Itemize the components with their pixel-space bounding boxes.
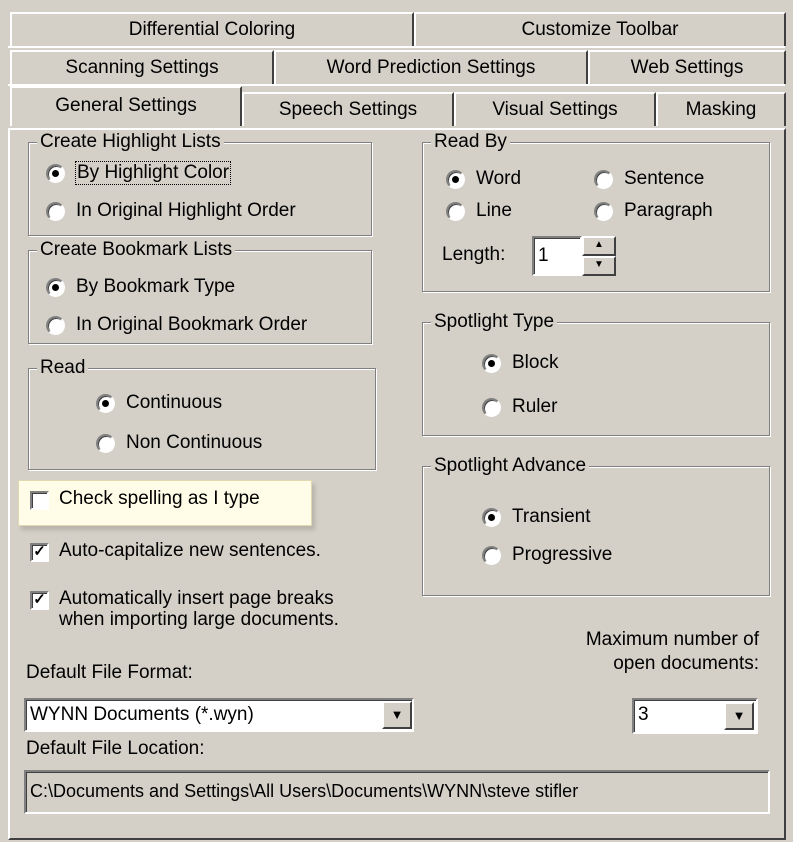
max-docs-label: Maximum number of open documents:	[586, 628, 759, 676]
length-spin-down[interactable]: ▼	[582, 256, 616, 276]
tab-customize-toolbar[interactable]: Customize Toolbar	[414, 12, 786, 46]
file-location-input[interactable]: C:\Documents and Settings\All Users\Docu…	[24, 770, 770, 814]
checkbox-checked-icon: ✓	[30, 543, 49, 562]
read-group: Read	[28, 357, 376, 470]
arrow-down-icon: ▼	[594, 259, 604, 270]
spotlight-advance-legend: Spotlight Advance	[431, 455, 590, 477]
radio-block[interactable]: Block	[482, 352, 558, 374]
max-docs-label-line1: Maximum number of	[585, 629, 759, 650]
radio-by-bookmark-type[interactable]: By Bookmark Type	[46, 276, 235, 298]
tab-word-prediction-settings[interactable]: Word Prediction Settings	[274, 50, 588, 84]
radio-label: Paragraph	[624, 200, 713, 221]
radio-unselected-icon	[482, 397, 501, 417]
file-location-label: Default File Location:	[26, 738, 205, 759]
radio-selected-icon	[482, 507, 501, 527]
tab-web-settings[interactable]: Web Settings	[588, 50, 786, 84]
file-location-value: C:\Documents and Settings\All Users\Docu…	[30, 781, 579, 801]
bookmark-lists-legend: Create Bookmark Lists	[37, 239, 236, 261]
file-format-dropdown-button[interactable]: ▼	[382, 701, 412, 729]
radio-label: In Original Bookmark Order	[76, 314, 308, 335]
max-docs-dropdown-button[interactable]: ▼	[724, 702, 754, 730]
radio-unselected-icon	[594, 169, 613, 189]
radio-label: Transient	[512, 506, 591, 527]
max-docs-label-line2: open documents:	[613, 653, 759, 674]
radio-selected-icon	[46, 277, 65, 297]
radio-unselected-icon	[594, 201, 613, 221]
radio-original-bookmark-order[interactable]: In Original Bookmark Order	[46, 314, 307, 336]
radio-label: Block	[512, 352, 559, 373]
checkbox-label: Check spelling as I type	[59, 488, 260, 509]
radio-label: Sentence	[624, 168, 705, 189]
radio-continuous[interactable]: Continuous	[96, 392, 222, 414]
tab-row-separator	[8, 46, 785, 48]
radio-line[interactable]: Line	[446, 200, 512, 222]
radio-unselected-icon	[446, 201, 465, 221]
length-spin-up[interactable]: ▲	[582, 236, 616, 256]
radio-by-highlight-color[interactable]: By Highlight Color	[46, 161, 232, 185]
radio-unselected-icon	[482, 545, 501, 565]
checkbox-unchecked-icon	[30, 491, 49, 510]
checkbox-auto-capitalize[interactable]: ✓ Auto-capitalize new sentences.	[30, 540, 321, 562]
tab-differential-coloring[interactable]: Differential Coloring	[10, 12, 414, 46]
chevron-down-icon: ▼	[390, 707, 404, 722]
radio-selected-icon	[446, 169, 465, 189]
radio-label: Ruler	[512, 396, 558, 417]
radio-transient[interactable]: Transient	[482, 506, 591, 528]
radio-label: In Original Highlight Order	[76, 200, 296, 221]
radio-unselected-icon	[46, 315, 65, 335]
spotlight-type-legend: Spotlight Type	[431, 311, 558, 333]
radio-unselected-icon	[46, 201, 65, 221]
tab-masking[interactable]: Masking	[656, 92, 786, 126]
radio-label: Continuous	[126, 392, 223, 413]
checkbox-label-line2: when importing large documents.	[59, 609, 339, 630]
radio-original-highlight-order[interactable]: In Original Highlight Order	[46, 200, 296, 222]
radio-progressive[interactable]: Progressive	[482, 544, 612, 566]
checkbox-label: Automatically insert page breaks when im…	[59, 588, 339, 630]
radio-unselected-icon	[96, 433, 115, 453]
spotlight-type-group: Spotlight Type	[422, 311, 770, 436]
checkbox-insert-page-breaks[interactable]: ✓ Automatically insert page breaks when …	[30, 588, 339, 630]
radio-word[interactable]: Word	[446, 168, 521, 190]
read-by-legend: Read By	[431, 131, 510, 153]
file-format-select[interactable]: WYNN Documents (*.wyn)	[24, 698, 414, 732]
checkbox-label: Auto-capitalize new sentences.	[59, 540, 321, 561]
spotlight-advance-group: Spotlight Advance	[422, 455, 770, 596]
tab-speech-settings[interactable]: Speech Settings	[242, 92, 454, 126]
tab-general-settings[interactable]: General Settings	[10, 86, 242, 126]
file-format-label: Default File Format:	[26, 662, 193, 683]
file-format-value: WYNN Documents (*.wyn)	[30, 704, 254, 725]
arrow-up-icon: ▲	[594, 239, 604, 250]
radio-label: By Bookmark Type	[76, 276, 236, 297]
radio-selected-icon	[96, 393, 115, 413]
tab-visual-settings[interactable]: Visual Settings	[454, 92, 656, 126]
radio-label: Word	[476, 168, 522, 189]
radio-sentence[interactable]: Sentence	[594, 168, 704, 190]
radio-paragraph[interactable]: Paragraph	[594, 200, 713, 222]
radio-selected-icon	[46, 163, 65, 183]
highlight-lists-legend: Create Highlight Lists	[37, 131, 224, 153]
max-docs-value: 3	[638, 704, 649, 725]
radio-label: Progressive	[512, 544, 613, 565]
length-input[interactable]: 1	[532, 236, 582, 276]
radio-label: Line	[476, 200, 512, 221]
radio-selected-icon	[482, 353, 501, 373]
radio-label: By Highlight Color	[74, 161, 232, 185]
checkbox-checked-icon: ✓	[30, 591, 49, 610]
radio-label: Non Continuous	[126, 432, 263, 453]
read-legend: Read	[37, 357, 89, 379]
tab-scanning-settings[interactable]: Scanning Settings	[10, 50, 274, 84]
radio-non-continuous[interactable]: Non Continuous	[96, 432, 262, 454]
length-label: Length:	[442, 244, 506, 265]
radio-ruler[interactable]: Ruler	[482, 396, 557, 418]
chevron-down-icon: ▼	[732, 708, 746, 723]
checkbox-label-line1: Automatically insert page breaks	[59, 588, 334, 609]
checkbox-check-spelling[interactable]: Check spelling as I type	[30, 488, 260, 510]
